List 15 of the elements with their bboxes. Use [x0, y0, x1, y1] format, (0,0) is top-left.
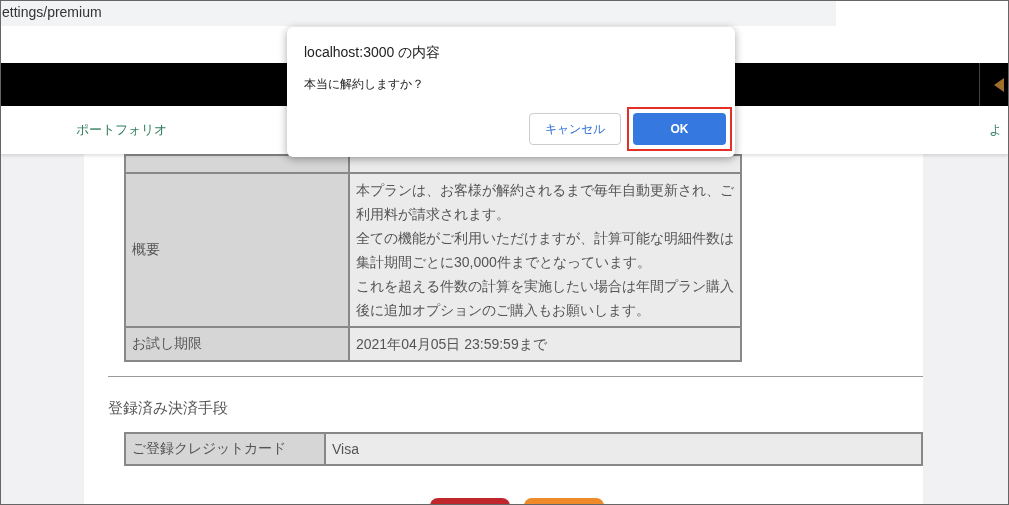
ok-button[interactable]: OK: [633, 113, 726, 145]
section-heading: 登録済み決済手段: [108, 399, 229, 418]
nav-link[interactable]: よ: [989, 121, 1002, 139]
address-bar[interactable]: ettings/premium: [1, 1, 836, 26]
table-cell: 2021年04月05日 23:59:59まで: [349, 327, 741, 361]
table-cell: 本プランは、お客様が解約されるまで毎年自動更新され、ご利用料が請求されます。 全ての機能がご利用いただけますが、計算可能な明細件数は集計期間ごとに30,000件までとなっています。 これを超える件数の計算を実施したい場合は年間プラン購入後に追加オプションのご購入もお願いします。: [349, 173, 741, 327]
table-cell: Visa: [325, 433, 922, 465]
dialog-message: 本当に解約しますか？: [304, 76, 425, 93]
cancel-button[interactable]: キャンセル: [529, 113, 621, 145]
table-cell: ご登録クレジットカード: [125, 433, 325, 465]
triangle-left-icon[interactable]: [994, 77, 1004, 92]
nav-link[interactable]: ポートフォリオ: [76, 121, 167, 139]
table-cell: 概要: [125, 173, 349, 327]
table-cell: お試し期限: [125, 327, 349, 361]
dialog-title: localhost:3000 の内容: [304, 44, 442, 62]
